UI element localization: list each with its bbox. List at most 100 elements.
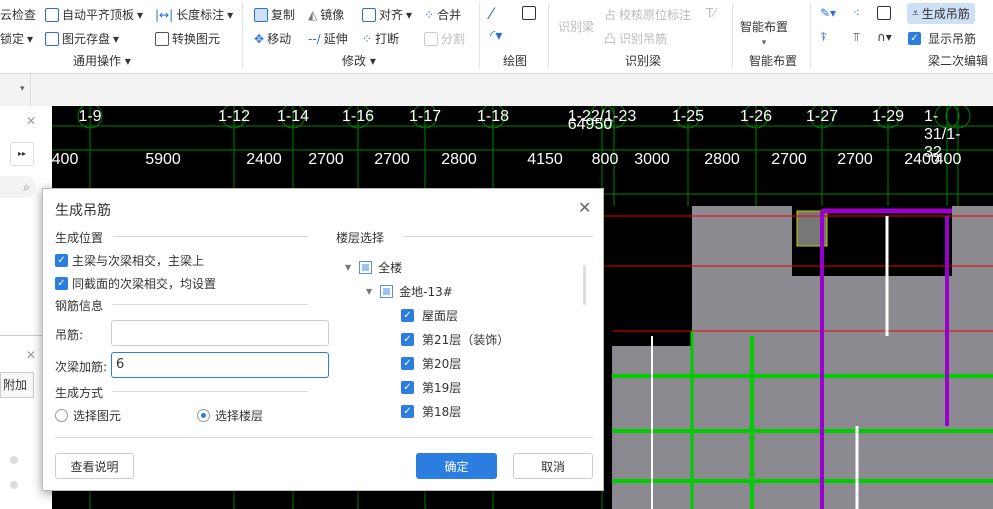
floor-item[interactable]: ✓ 屋面层 [401,307,458,324]
length-dimension-button[interactable]: |↔| 长度标注 ▾ [155,6,233,23]
text-icon[interactable]: T⁄ [706,6,715,20]
partial-check-icon[interactable] [359,261,373,274]
copy-icon [254,7,268,22]
label: 延伸 [323,32,348,46]
dropdown-arrow-icon[interactable]: ▾ [20,84,25,94]
break-button[interactable]: ⁘ 打断 [362,30,399,47]
save-element-button[interactable]: 图元存盘 ▾ [45,30,119,47]
check-icon: ✓ [401,333,414,346]
check-icon: ✓ [55,277,68,290]
extra-rebar-label: 次梁加筋: [55,360,108,374]
convert-element-button[interactable]: 转换图元 [155,30,220,47]
mirror-button[interactable]: ◭ 镜像 [308,6,344,23]
arc-hanger-icon[interactable]: ∩▾ [877,30,892,44]
extend-icon: --/ [308,31,321,46]
axis-label: 1-27 [805,108,839,125]
label: 分割 [441,32,466,46]
close-icon[interactable]: ✕ [26,348,36,362]
find-icon[interactable]: ⁖ [853,6,860,20]
check-icon: ✓ [55,254,68,267]
show-hanger-checkbox[interactable]: ✓ 显示吊筋 [908,30,976,47]
collapse-icon[interactable]: ▼ [345,263,351,272]
edit-tool-icon[interactable]: ✎▾ [820,6,836,20]
close-icon[interactable]: ✕ [26,114,36,128]
generate-hanger-button[interactable]: ⩡ 生成吊筋 [907,3,975,24]
arc-draw-icon[interactable]: ◜▾ [490,28,502,44]
cloud-check-button[interactable]: 云检查 [0,6,36,23]
align-slab-icon [45,7,59,22]
check-icon: ✓ [401,381,414,394]
close-icon[interactable]: ✕ [578,198,591,217]
filter-icon[interactable]: ⍒ [820,30,827,45]
radio-dot[interactable] [10,481,18,489]
hanger-input[interactable] [111,320,329,346]
auto-align-slab-button[interactable]: 自动平齐顶板 ▾ [45,6,143,23]
split-icon [424,31,438,46]
identify-beam-button[interactable]: 识别梁 [558,18,594,35]
collapse-icon[interactable]: ▼ [366,287,372,296]
tab-additional[interactable]: 附加 [0,372,34,398]
dimension-label: 4150 [527,151,563,168]
tree-node-all[interactable]: ▼ 全楼 [345,259,402,276]
label: 长度标注 [176,8,225,22]
option-main-beam[interactable]: ✓ 主梁与次梁相交，主梁上 [55,252,204,269]
axis-label: 1-25 [671,108,705,125]
group-label-smart: 智能布置 [749,54,798,68]
label: 对齐 [379,8,404,22]
label: 锁定 [0,32,25,46]
dimension-label: 2700 [308,151,344,168]
axis-label: 1-16 [341,108,375,125]
floor-item[interactable]: ✓ 第21层（装饰） [401,331,509,348]
section-method: 生成方式 [55,386,104,400]
dimension-label: 3000 [634,151,670,168]
axis-label: 1-18 [476,108,510,125]
label: 第18层 [422,405,462,419]
search-icon[interactable]: ⌕ [0,176,36,198]
scrollbar[interactable] [583,265,586,305]
floor-item[interactable]: ✓ 第18层 [401,403,461,420]
generate-hanger-dialog: 生成吊筋 ✕ 生成位置 ✓ 主梁与次梁相交，主梁上 ✓ 同截面的次梁相交，均设置 钢… [42,188,604,491]
label: 移动 [267,32,292,46]
help-button[interactable]: 查看说明 [55,453,134,479]
floor-item[interactable]: ✓ 第19层 [401,379,461,396]
check-annotation-button[interactable]: 占校核原位标注 [604,6,691,23]
smart-layout-button[interactable]: 智能布置 ▾ [740,18,788,48]
partial-check-icon[interactable] [380,285,394,298]
label: 转换图元 [172,32,221,46]
total-dimension: 64950 [567,116,613,133]
split-button[interactable]: 分割 [424,30,465,47]
ribbon: 云检查 锁定 ▾ 自动平齐顶板 ▾ 图元存盘 ▾ |↔| 长度标注 ▾ 转换图元 通用操作… [0,0,993,74]
mirror-icon: ◭ [308,7,318,22]
copy-button[interactable]: 复制 [254,6,295,23]
label: 金地-13# [399,285,453,299]
radio-select-element[interactable]: 选择图元 [55,407,121,424]
extend-button[interactable]: --/延伸 [308,30,348,47]
lock-button[interactable]: 锁定 ▾ [0,30,33,47]
group-label-general[interactable]: 通用操作 ▾ [73,52,131,69]
ok-button[interactable]: 确定 [416,453,497,479]
dimension-label: 2700 [374,151,410,168]
floor-item[interactable]: ✓ 第20层 [401,355,461,372]
group-label-draw: 绘图 [503,54,528,68]
align-button[interactable]: 对齐 ▾ [362,6,412,23]
rect-draw-icon[interactable] [522,6,536,20]
expand-button[interactable]: ▸▸ [10,142,34,166]
hanger-view-icon[interactable]: ⫪ [853,30,860,45]
extra-rebar-input[interactable]: 6 [111,352,329,378]
dialog-title: 生成吊筋 [55,203,111,219]
identify-hanger-button[interactable]: 凸识别吊筋 [604,30,667,47]
tree-node-building[interactable]: ▼ 金地-13# [366,283,453,300]
label: 同截面的次梁相交，均设置 [72,277,217,291]
line-draw-icon[interactable]: ⁄ [490,4,493,23]
merge-button[interactable]: ⁘ 合并 [424,6,461,23]
checklist-icon[interactable] [877,6,891,20]
move-button[interactable]: ✥ 移动 [254,30,291,47]
axis-label: 1-14 [276,108,310,125]
radio-dot[interactable] [10,456,18,464]
option-same-section[interactable]: ✓ 同截面的次梁相交，均设置 [55,275,216,292]
label: 复制 [271,8,296,22]
radio-select-floor[interactable]: 选择楼层 [197,407,263,424]
group-label-modify[interactable]: 修改 ▾ [342,52,376,69]
dimension-label: 2400 [246,151,282,168]
cancel-button[interactable]: 取消 [513,453,593,479]
